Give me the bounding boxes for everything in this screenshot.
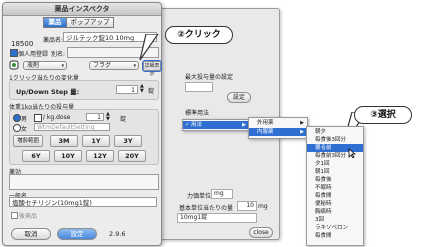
updown-label: Up/Down Step 量: xyxy=(16,88,80,96)
age-button-12y[interactable]: 12Y xyxy=(86,150,114,162)
submenu-arrow-icon: ▶ xyxy=(242,122,246,128)
max-dose-field[interactable] xyxy=(185,82,213,92)
generic-checkbox[interactable] xyxy=(11,212,18,219)
age-button-10y[interactable]: 10Y xyxy=(54,150,82,162)
menu-item-usage[interactable]: ✓ 用法 ▶ xyxy=(183,121,249,129)
menu-item-external[interactable]: 外用薬 ▶ xyxy=(249,119,307,127)
usage-option[interactable]: 朝1回 xyxy=(307,168,363,176)
age-button-3y[interactable]: 3Y xyxy=(114,135,142,147)
kgdose-label: / kg.dose xyxy=(43,114,71,121)
menu-item-internal-label: 内服薬 xyxy=(257,129,274,135)
stepper-icon[interactable]: ▲ ▼ xyxy=(140,84,144,94)
usage-option[interactable]: 不眠時 xyxy=(307,184,363,192)
usage-options-menu: 朝夕 毎食後3回分 寝る前 毎食前3回分 夕1回 朝1回 毎食後 不眠時 毎食間… xyxy=(306,126,364,246)
click-callout: ②クリック xyxy=(165,26,233,44)
drug-code: 18500 xyxy=(11,40,34,48)
usage-option[interactable]: 胸痛時 xyxy=(307,208,363,216)
base-unit-unit: mg xyxy=(258,203,268,210)
radio-male-label: 男 xyxy=(21,116,28,123)
chevron-down-icon: ▾ xyxy=(61,63,64,69)
max-dose-label: 最大投与量の設定 xyxy=(185,74,234,81)
radio-female-label: 女 xyxy=(21,126,28,133)
usage-option[interactable]: 毎食後3回分 xyxy=(307,136,363,144)
radio-male[interactable] xyxy=(13,114,21,122)
version-label: 2.9.6 xyxy=(109,230,126,238)
personal-checkbox[interactable] xyxy=(10,49,18,57)
base-unit-label: 基本単位当たりの量 xyxy=(179,205,234,212)
usage-option[interactable]: 毎食後 xyxy=(307,176,363,184)
category-menu: 外用薬 ▶ 内服薬 ▶ xyxy=(248,117,308,139)
usage-option[interactable]: 毎食間 xyxy=(307,232,363,240)
standard-usage-label: 標準用法 xyxy=(185,110,210,117)
age-button-6y[interactable]: 6Y xyxy=(22,150,50,162)
pill-icon xyxy=(9,59,19,71)
close-button[interactable]: close xyxy=(249,227,273,238)
cancel-button[interactable]: 取消 xyxy=(11,228,51,240)
kgdose-unit: 錠 xyxy=(120,116,127,123)
stepper-icon[interactable]: ▲ ▼ xyxy=(106,112,110,122)
submenu-arrow-icon: ▶ xyxy=(300,120,304,126)
checkmark-icon: ✓ xyxy=(185,122,190,128)
kgdose-checkbox[interactable] xyxy=(34,114,42,122)
max-dose-set-button[interactable]: 設定 xyxy=(227,92,251,103)
usage-option[interactable]: 毎食間 xyxy=(307,192,363,200)
settings-button[interactable]: 設定 xyxy=(57,228,97,240)
base-unit-field[interactable]: 10 xyxy=(237,201,257,211)
menu-item-internal[interactable]: 内服薬 ▶ xyxy=(249,128,307,136)
weight-setting-field[interactable]: WtmDefaultSetting xyxy=(34,123,110,131)
efficacy-field[interactable] xyxy=(9,174,159,190)
menu-item-external-label: 外用薬 xyxy=(257,120,274,126)
age-button-1y[interactable]: 1Y xyxy=(82,135,110,147)
updown-group: Up/Down Step 量: 1 ▲ ▼ 錠 xyxy=(9,80,159,100)
age-button-20y[interactable]: 20Y xyxy=(118,150,146,162)
usage-option[interactable]: 夕1回 xyxy=(307,160,363,168)
usage-option[interactable]: 朝夕 xyxy=(307,128,363,136)
power-unit-label: 力価単位 xyxy=(187,193,212,200)
drug-name-label: 薬品名: xyxy=(43,37,64,44)
personal-checkbox-label: 個人用登録 xyxy=(18,51,49,58)
alias-label: 別名: xyxy=(51,51,66,58)
generic-checkbox-label: 後発品 xyxy=(19,213,38,220)
power-unit-field[interactable]: mg xyxy=(211,189,233,199)
kgdose-field[interactable]: 1 xyxy=(86,113,104,121)
updown-unit: 錠 xyxy=(148,88,155,95)
usage-option[interactable]: 便秘時 xyxy=(307,200,363,208)
select-callout: ③選択 xyxy=(354,106,412,124)
window-title: 薬品インスペクタ xyxy=(3,3,161,16)
radio-female[interactable] xyxy=(13,124,21,132)
age-range-header: 増齢範囲 xyxy=(13,135,43,147)
menu-item-usage-label: 用法 xyxy=(191,122,203,128)
flag-popup-value: フラグ xyxy=(93,62,112,69)
mouse-cursor-icon xyxy=(348,148,356,158)
category-popup-value: 液剤 xyxy=(27,62,40,69)
usage-summary-field[interactable]: 10mg1錠 xyxy=(177,213,257,223)
tab-popup[interactable]: ポップアップ xyxy=(66,17,114,28)
submenu-arrow-icon: ▶ xyxy=(300,129,304,135)
flag-popup[interactable]: フラグ ▾ xyxy=(89,61,139,70)
weight-dose-group: 男 / kg.dose 1 ▲ ▼ 錠 女 WtmDefaultSetting 増… xyxy=(9,109,159,165)
category-popup[interactable]: 液剤 ▾ xyxy=(23,61,67,70)
generic-name-field[interactable]: 塩酸セチリジン(10mg1錠) xyxy=(9,197,157,207)
usage-option[interactable]: ラキソベロン xyxy=(307,224,363,232)
updown-field[interactable]: 1 xyxy=(116,85,138,94)
usage-menu: ✓ 用法 ▶ xyxy=(182,119,250,131)
age-button-3m[interactable]: 3M xyxy=(50,135,78,147)
tab-drug[interactable]: 薬品 xyxy=(43,17,67,28)
usage-option[interactable]: 3回 xyxy=(307,216,363,224)
